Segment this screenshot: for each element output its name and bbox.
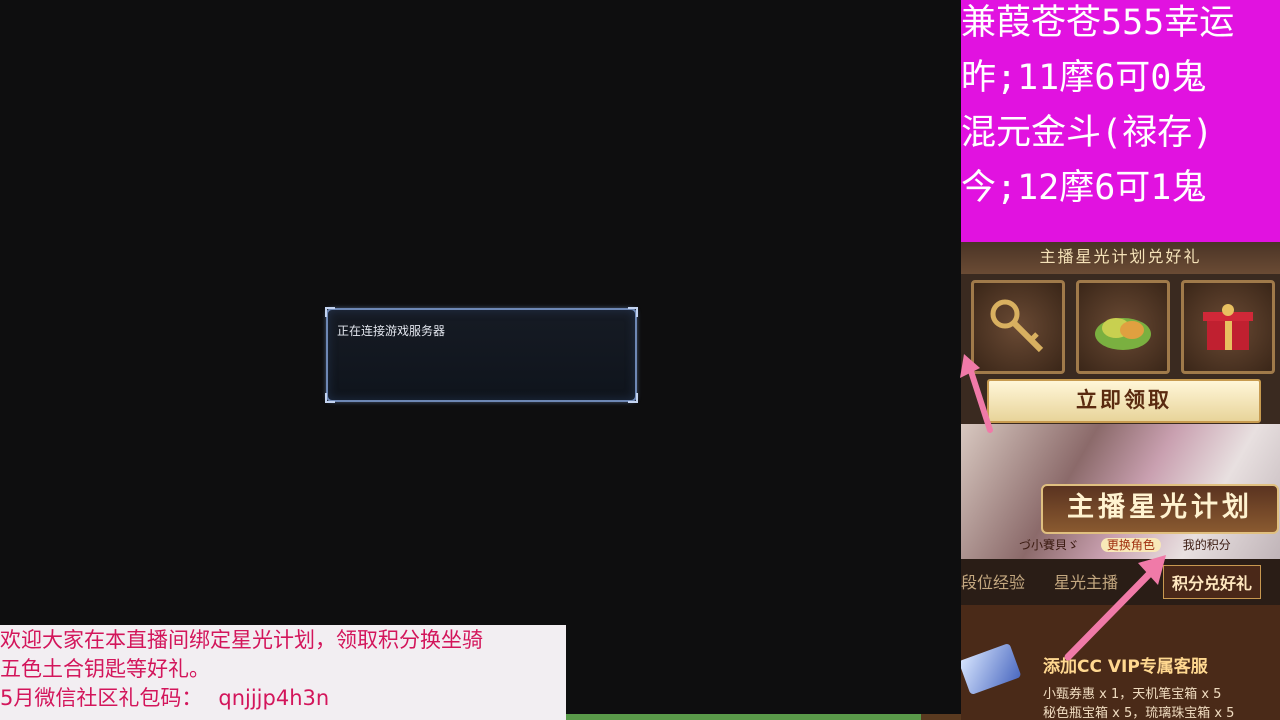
star-plan-art: 主播星光计划 づ小賽貝ゞ 更换角色 我的积分 <box>961 424 1280 559</box>
dialog-corner <box>325 393 335 403</box>
reward-row: 立即领取 <box>961 274 1280 424</box>
banner-line-3: 5月微信社区礼包码： qnjjjp4h3n <box>0 684 566 713</box>
welcome-banner: 欢迎大家在本直播间绑定星光计划，领取积分换坐骑 五色土合钥匙等好礼。 5月微信社… <box>0 625 566 720</box>
reward-slot[interactable] <box>1181 280 1275 374</box>
my-points-link[interactable]: 我的积分 <box>1183 538 1231 552</box>
banner-line-2: 五色土合钥匙等好礼。 <box>0 657 210 681</box>
reward-slot[interactable] <box>1076 280 1170 374</box>
vip-ticket-icon <box>961 642 1022 696</box>
star-plan-panel: 主播星光计划兑好礼 立即领取 主播星光计划 づ小賽貝ゞ 更换角色 我的积分 段位… <box>961 242 1280 720</box>
green-strip <box>566 714 921 720</box>
streamer-name: づ小賽貝ゞ <box>1019 538 1080 552</box>
dialog-corner <box>628 393 638 403</box>
star-plan-title: 主播星光计划 <box>1041 484 1279 534</box>
gift-code-label: 5月微信社区礼包码： <box>0 686 203 710</box>
star-plan-subrow: づ小賽貝ゞ 更换角色 我的积分 <box>1019 536 1249 553</box>
info-line-2: 昨;11摩6可0鬼 <box>961 58 1207 98</box>
info-line-1: 兼葭苍苍555幸运 <box>961 3 1235 43</box>
dialog-corner <box>628 307 638 317</box>
reward-slot[interactable] <box>971 280 1065 374</box>
vip-reward-line-1: 小甄券惠 x 1，天机笔宝箱 x 5 <box>1043 687 1222 702</box>
connecting-dialog: 正在连接游戏服务器 <box>325 307 638 403</box>
panel-tabs: 段位经验 星光主播 积分兑好礼 <box>961 559 1280 605</box>
jade-pile-icon <box>1079 283 1167 371</box>
info-line-3: 混元金斗(禄存) <box>961 113 1214 153</box>
tab-points-exchange[interactable]: 积分兑好礼 <box>1163 565 1262 599</box>
dialog-corner <box>325 307 335 317</box>
banner-line-1: 欢迎大家在本直播间绑定星光计划，领取积分换坐骑 <box>0 628 483 652</box>
tab-star-streamer[interactable]: 星光主播 <box>1054 569 1118 593</box>
connecting-message: 正在连接游戏服务器 <box>337 324 446 338</box>
key-icon <box>974 283 1062 371</box>
info-line-4: 今;12摩6可1鬼 <box>961 168 1207 208</box>
panel-title: 主播星光计划兑好礼 <box>961 242 1280 274</box>
vip-title[interactable]: 添加CC VIP专属客服 <box>1043 652 1208 677</box>
vip-reward-line-2: 秘色瓶宝箱 x 5，琉璃珠宝箱 x 5 <box>1043 706 1235 720</box>
brown-strip <box>921 714 961 720</box>
vip-service-section: 添加CC VIP专属客服 小甄券惠 x 1，天机笔宝箱 x 5 秘色瓶宝箱 x … <box>961 605 1280 720</box>
claim-now-button[interactable]: 立即领取 <box>987 379 1261 423</box>
lucky-info-box: 兼葭苍苍555幸运 昨;11摩6可0鬼 混元金斗(禄存) 今;12摩6可1鬼 <box>961 0 1280 242</box>
tab-rank-exp[interactable]: 段位经验 <box>961 569 1025 593</box>
gift-code: qnjjjp4h3n <box>218 686 330 710</box>
change-role-button[interactable]: 更换角色 <box>1100 538 1161 552</box>
gift-box-icon <box>1184 283 1272 371</box>
